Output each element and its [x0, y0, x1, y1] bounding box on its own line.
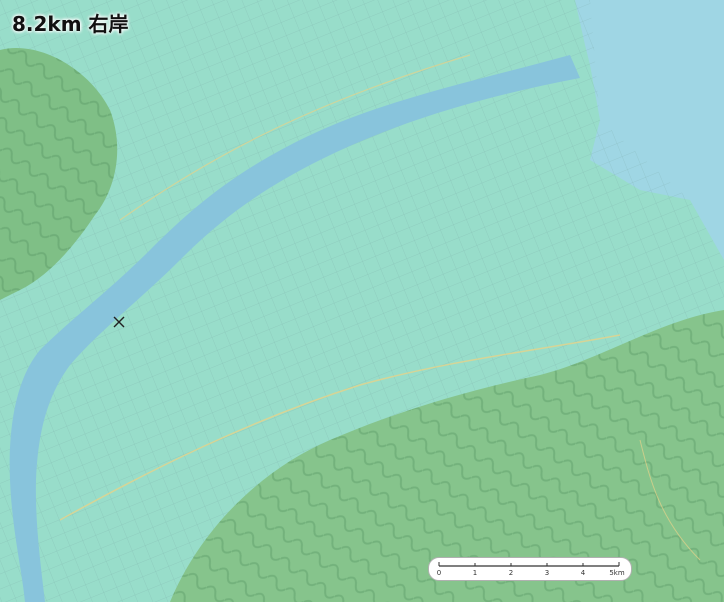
- scale-tick-label: 3: [544, 569, 550, 577]
- map-title: 8.2km 右岸: [12, 12, 129, 36]
- scale-tick-label: 5km: [609, 569, 625, 577]
- scale-tick-label: 4: [580, 569, 586, 577]
- map-view[interactable]: 8.2km 右岸 0 1 2 3 4 5km: [0, 0, 724, 602]
- scale-tick-label: 0: [436, 569, 442, 577]
- map-canvas: [0, 0, 724, 602]
- scale-tick-label: 2: [508, 569, 514, 577]
- scale-bar: 0 1 2 3 4 5km: [428, 557, 632, 581]
- scale-tick-label: 1: [472, 569, 478, 577]
